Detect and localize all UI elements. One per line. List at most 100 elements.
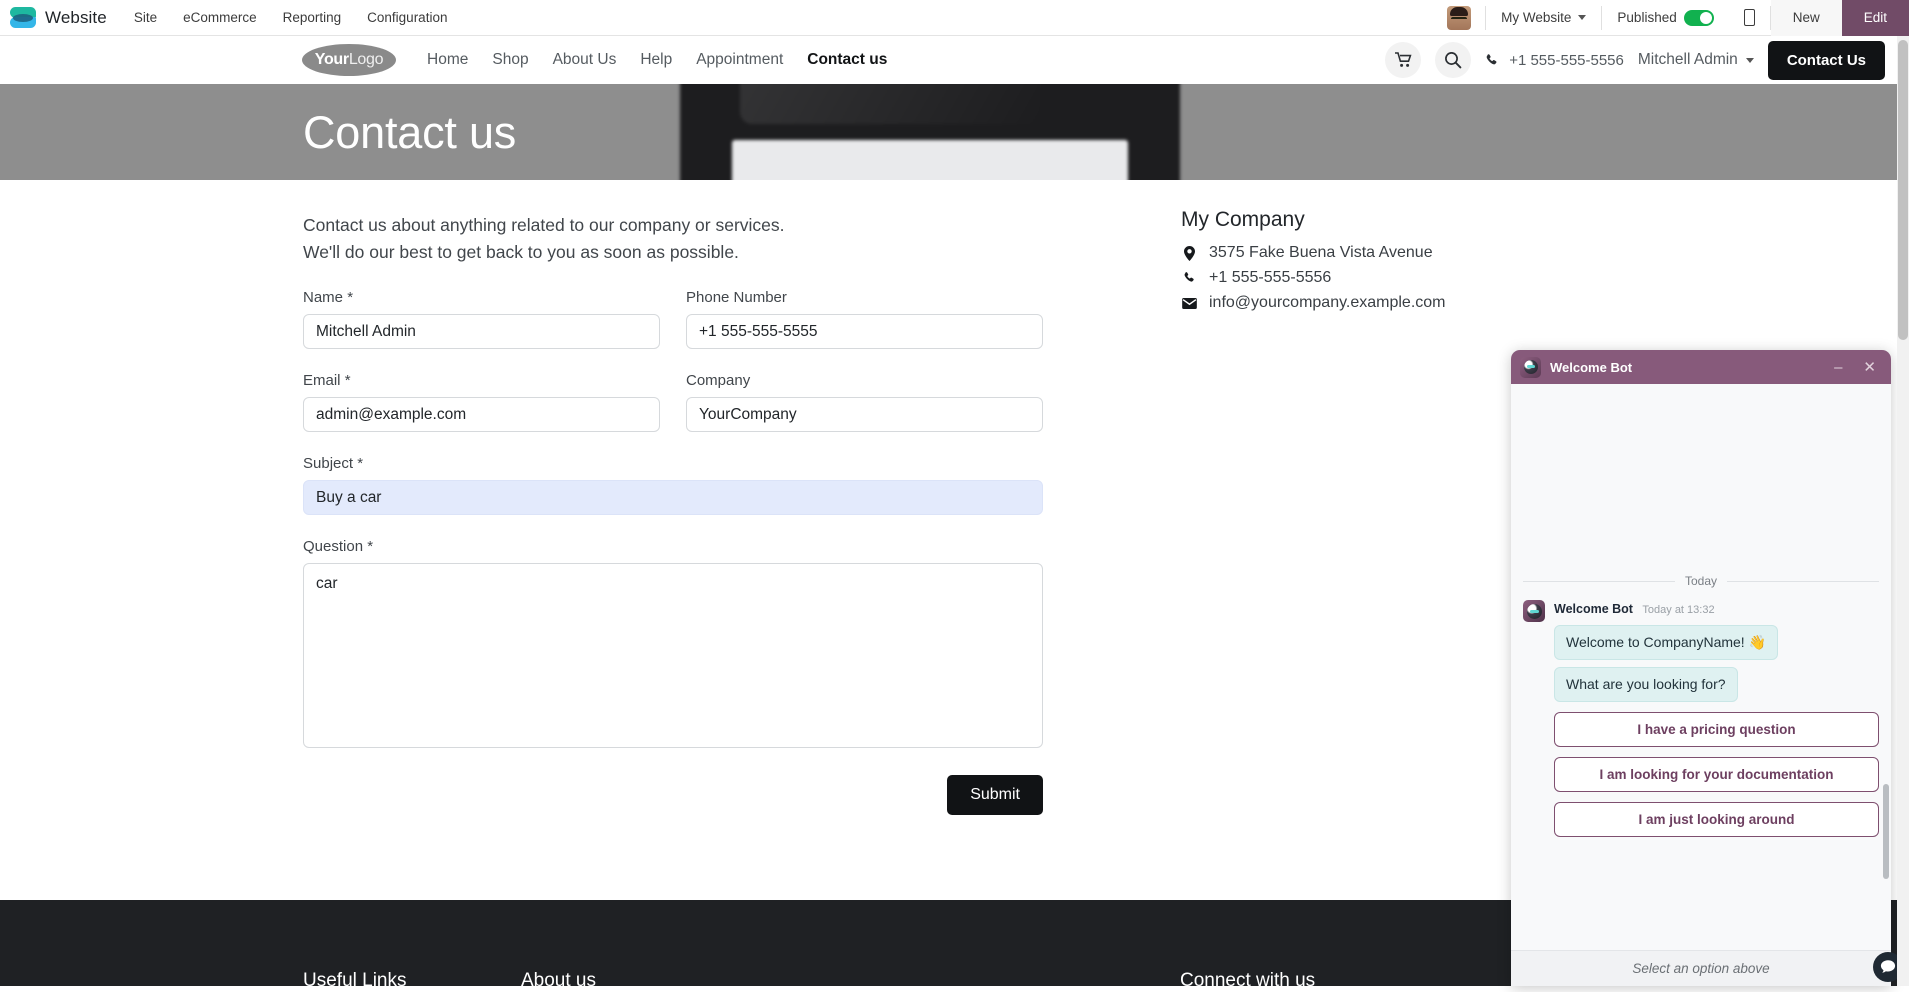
form-row-email-company: Email * Company (303, 372, 1043, 432)
hero-banner: Contact us (0, 84, 1909, 180)
field-group-name: Name * (303, 289, 660, 349)
search-icon (1444, 51, 1462, 69)
page-title: Contact us (303, 107, 516, 159)
cart-button[interactable] (1385, 42, 1421, 78)
contact-us-cta-button[interactable]: Contact Us (1768, 41, 1885, 80)
required-marker: * (345, 372, 351, 389)
field-group-phone: Phone Number (686, 289, 1043, 349)
submit-button[interactable]: Submit (947, 775, 1043, 815)
message-bubble: What are you looking for? (1554, 667, 1738, 702)
form-row-name-phone: Name * Phone Number (303, 289, 1043, 349)
footer-heading-connect-with-us: Connect with us (1180, 970, 1315, 992)
site-logo-bold: Your (315, 51, 349, 68)
nav-link-appointment[interactable]: Appointment (696, 51, 783, 69)
odoo-navbar-right: My Website Published New Edit (1447, 0, 1909, 36)
nav-link-about-us[interactable]: About Us (553, 51, 617, 69)
field-group-email: Email * (303, 372, 660, 432)
chat-option-documentation[interactable]: I am looking for your documentation (1554, 757, 1879, 792)
published-label: Published (1617, 10, 1676, 25)
app-name-label: Website (45, 8, 107, 28)
new-button[interactable]: New (1771, 0, 1842, 36)
chat-bubble-icon (1880, 959, 1896, 975)
subject-input[interactable] (303, 480, 1043, 515)
company-email-row: info@yourcompany.example.com (1181, 294, 1611, 312)
avatar[interactable] (1447, 6, 1471, 30)
chat-scrollbar[interactable] (1883, 784, 1889, 879)
question-label: Question * (303, 538, 1043, 555)
envelope-icon (1181, 298, 1198, 309)
company-name: My Company (1181, 208, 1611, 232)
header-phone[interactable]: +1 555-555-5556 (1485, 52, 1624, 69)
page-scrollbar-thumb[interactable] (1898, 40, 1908, 340)
chat-option-looking-around[interactable]: I am just looking around (1554, 802, 1879, 837)
close-icon[interactable]: ✕ (1857, 360, 1882, 375)
email-input[interactable] (303, 397, 660, 432)
required-marker: * (367, 538, 373, 555)
header-phone-label: +1 555-555-5556 (1509, 52, 1624, 69)
nav-link-help[interactable]: Help (640, 51, 672, 69)
menu-item-reporting[interactable]: Reporting (270, 0, 355, 36)
nav-link-contact-us[interactable]: Contact us (807, 51, 887, 69)
field-group-company: Company (686, 372, 1043, 432)
company-phone-row: +1 555-555-5556 (1181, 269, 1611, 287)
livechat-hint: Select an option above (1632, 961, 1769, 976)
chevron-down-icon (1746, 58, 1754, 63)
field-group-question: Question * car (303, 538, 1043, 753)
livechat-header: Welcome Bot – ✕ (1511, 350, 1891, 384)
nav-link-home[interactable]: Home (427, 51, 468, 69)
company-address-row: 3575 Fake Buena Vista Avenue (1181, 244, 1611, 262)
day-divider: Today (1523, 574, 1879, 588)
user-menu[interactable]: Mitchell Admin (1638, 51, 1754, 69)
messages-spacer (1523, 384, 1879, 570)
cart-icon (1395, 52, 1412, 68)
bot-avatar-icon (1523, 600, 1545, 622)
chevron-down-icon (1578, 15, 1586, 20)
footer-heading-useful-links: Useful Links (303, 970, 407, 992)
site-logo[interactable]: YourLogo (302, 44, 396, 76)
menu-item-configuration[interactable]: Configuration (354, 0, 460, 36)
company-label: Company (686, 372, 1043, 389)
chat-option-pricing[interactable]: I have a pricing question (1554, 712, 1879, 747)
website-header-right: +1 555-555-5556 Mitchell Admin Contact U… (1385, 41, 1885, 80)
map-pin-icon (1181, 246, 1198, 261)
day-divider-label: Today (1685, 574, 1717, 588)
message-group: Welcome Bot Today at 13:32 Welcome to Co… (1523, 600, 1879, 837)
message-column: Welcome Bot Today at 13:32 Welcome to Co… (1554, 600, 1879, 837)
livechat-messages[interactable]: Today Welcome Bot Today at 13:32 Welcome… (1511, 384, 1891, 950)
phone-input[interactable] (686, 314, 1043, 349)
form-intro-line-2: We'll do our best to get back to you as … (303, 239, 1043, 266)
menu-item-site[interactable]: Site (121, 0, 170, 36)
nav-link-shop[interactable]: Shop (492, 51, 528, 69)
name-label-text: Name (303, 289, 343, 306)
required-marker: * (357, 455, 363, 472)
name-input[interactable] (303, 314, 660, 349)
odoo-brand[interactable]: Website (0, 6, 121, 30)
company-info: My Company 3575 Fake Buena Vista Avenue … (1181, 208, 1611, 319)
search-button[interactable] (1435, 42, 1471, 78)
hero-background-image (680, 84, 1180, 180)
edit-button[interactable]: Edit (1842, 0, 1909, 36)
subject-label: Subject * (303, 455, 1043, 472)
company-phone: +1 555-555-5556 (1209, 269, 1331, 287)
livechat-footer: Select an option above (1511, 950, 1891, 986)
publish-switch-icon[interactable] (1684, 10, 1714, 26)
odoo-logo-icon (10, 6, 36, 30)
livechat-window: Welcome Bot – ✕ Today Welcome Bot Today … (1511, 350, 1891, 986)
menu-item-ecommerce[interactable]: eCommerce (170, 0, 270, 36)
form-intro-line-1: Contact us about anything related to our… (303, 212, 1043, 239)
company-input[interactable] (686, 397, 1043, 432)
message-timestamp: Today at 13:32 (1642, 604, 1714, 616)
site-navigation: Home Shop About Us Help Appointment Cont… (427, 51, 887, 69)
minimize-icon[interactable]: – (1828, 360, 1848, 375)
contact-form: Contact us about anything related to our… (303, 212, 1043, 815)
phone-icon (1485, 53, 1500, 68)
mobile-preview-button[interactable] (1729, 0, 1770, 36)
field-group-subject: Subject * (303, 455, 1043, 515)
phone-label: Phone Number (686, 289, 1043, 306)
footer-heading-about-us: About us (521, 970, 596, 992)
question-textarea[interactable]: car (303, 563, 1043, 748)
email-label-text: Email (303, 372, 341, 389)
website-selector[interactable]: My Website (1486, 0, 1601, 36)
published-toggle[interactable]: Published (1602, 0, 1728, 36)
submit-row: Submit (303, 775, 1043, 815)
